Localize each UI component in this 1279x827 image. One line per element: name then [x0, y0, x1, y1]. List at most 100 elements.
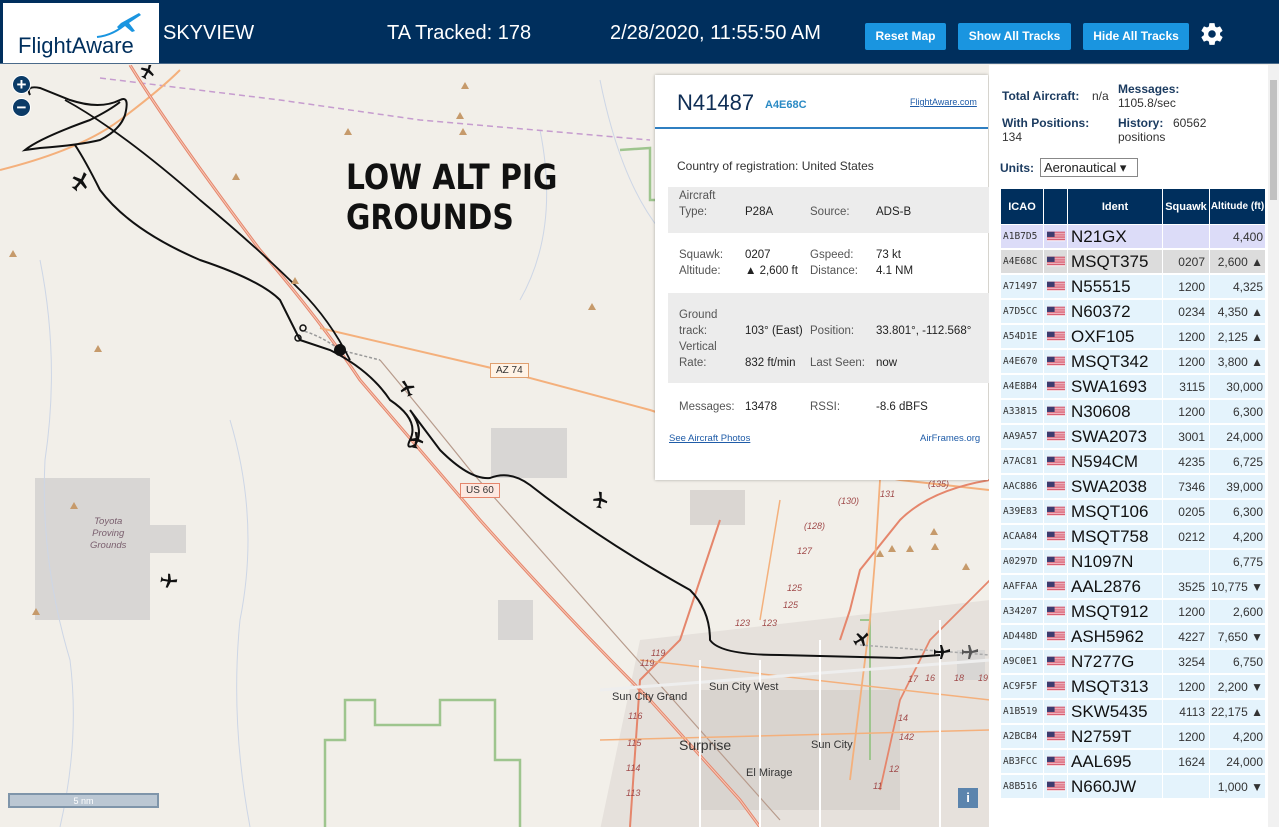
scrollbar-thumb[interactable]	[1270, 80, 1277, 200]
route-number: 11	[873, 781, 883, 791]
table-row[interactable]: AAFFAA AAL2876 3525 10,775 ▼	[1001, 575, 1265, 599]
route-number: 113	[626, 788, 641, 798]
altitude-cell: 3,800 ▲	[1210, 350, 1265, 374]
zoom-in-button[interactable]: +	[12, 75, 31, 94]
ident-cell: N594CM	[1068, 450, 1163, 474]
source-label: Source:	[810, 206, 850, 218]
position-label: Position:	[810, 325, 855, 337]
squawk-cell: 1200	[1163, 325, 1210, 349]
total-aircraft-value: n/a	[1092, 89, 1109, 103]
us-flag-icon	[1047, 506, 1065, 517]
squawk-cell: 1200	[1163, 725, 1210, 749]
table-row[interactable]: A39E83 MSQT106 0205 6,300	[1001, 500, 1265, 524]
us-flag-icon	[1047, 631, 1065, 642]
route-number: 125	[783, 600, 799, 610]
table-row[interactable]: A34207 MSQT912 1200 2,600	[1001, 600, 1265, 624]
squawk-cell: 0234	[1163, 300, 1210, 324]
flag-cell	[1044, 675, 1068, 699]
squawk-value: 0207	[745, 249, 771, 261]
squawk-cell: 3525	[1163, 575, 1210, 599]
ident-cell: MSQT106	[1068, 500, 1163, 524]
table-row[interactable]: A4E670 MSQT342 1200 3,800 ▲	[1001, 350, 1265, 374]
us-flag-icon	[1047, 581, 1065, 592]
table-row[interactable]: A1B7D5 N21GX 4,400	[1001, 225, 1265, 249]
table-row[interactable]: A71497 N55515 1200 4,325	[1001, 275, 1265, 299]
altitude-value: ▲ 2,600 ft	[745, 265, 798, 277]
altitude-cell: 6,300	[1210, 400, 1265, 424]
last-seen-label: Last Seen:	[810, 357, 865, 369]
table-row[interactable]: AC9F5F MSQT313 1200 2,200 ▼	[1001, 675, 1265, 699]
aircraft-type-box: Aircraft Type: P28A Source: ADS-B	[668, 187, 989, 233]
show-all-tracks-button[interactable]: Show All Tracks	[958, 23, 1071, 50]
sun-city-grand-label: Sun City Grand	[612, 691, 688, 703]
table-row[interactable]: A2BCB4 N2759T 1200 4,200	[1001, 725, 1265, 749]
col-flag[interactable]	[1044, 189, 1068, 224]
flightaware-logo[interactable]: FlightAware	[3, 3, 159, 63]
hide-all-tracks-button[interactable]: Hide All Tracks	[1083, 23, 1189, 50]
airframes-link[interactable]: AirFrames.org	[920, 433, 980, 444]
table-row[interactable]: A8B516 N660JW 1,000 ▼	[1001, 775, 1265, 799]
table-row[interactable]: A7AC81 N594CM 4235 6,725	[1001, 450, 1265, 474]
squawk-cell	[1163, 550, 1210, 574]
aircraft-photos-link[interactable]: See Aircraft Photos	[669, 433, 750, 444]
icao-cell: A1B519	[1001, 700, 1044, 724]
altitude-cell: 6,775	[1210, 550, 1265, 574]
us-flag-icon	[1047, 431, 1065, 442]
squawk-cell: 3115	[1163, 375, 1210, 399]
flag-cell	[1044, 325, 1068, 349]
source-value: ADS-B	[876, 206, 912, 218]
table-row[interactable]: A4E8B4 SWA1693 3115 30,000	[1001, 375, 1265, 399]
units-select[interactable]: Aeronautical ▾	[1040, 158, 1138, 177]
table-row[interactable]: A1B519 SKW5435 4113 22,175 ▲	[1001, 700, 1265, 724]
aircraft-detail-popup: N41487 A4E68C FlightAware.com Country of…	[655, 75, 989, 480]
altitude-cell: 6,300	[1210, 500, 1265, 524]
route-number: 12	[889, 764, 900, 774]
zoom-out-button[interactable]: −	[12, 98, 31, 117]
table-row[interactable]: AD448D ASH5962 4227 7,650 ▼	[1001, 625, 1265, 649]
toyota-label-line: Proving	[92, 528, 125, 539]
squawk-cell: 3254	[1163, 650, 1210, 674]
icao-cell: A7AC81	[1001, 450, 1044, 474]
table-row[interactable]: ACAA84 MSQT758 0212 4,200	[1001, 525, 1265, 549]
table-row[interactable]: AA9A57 SWA2073 3001 24,000	[1001, 425, 1265, 449]
table-row[interactable]: A9C0E1 N7277G 3254 6,750	[1001, 650, 1265, 674]
messages-value: 13478	[745, 401, 777, 413]
squawk-cell: 4235	[1163, 450, 1210, 474]
table-row[interactable]: AB3FCC AAL695 1624 24,000	[1001, 750, 1265, 774]
table-row[interactable]: A4E68C MSQT375 0207 2,600 ▲	[1001, 250, 1265, 274]
flag-cell	[1044, 500, 1068, 524]
reset-map-button[interactable]: Reset Map	[865, 23, 946, 50]
gear-icon[interactable]	[1199, 21, 1225, 47]
icao-cell: A0297D	[1001, 550, 1044, 574]
us-flag-icon	[1047, 656, 1065, 667]
label-line: Ground	[679, 309, 718, 321]
altitude-cell: 2,125 ▲	[1210, 325, 1265, 349]
table-row[interactable]: A54D1E OXF105 1200 2,125 ▲	[1001, 325, 1265, 349]
table-row[interactable]: A0297D N1097N 6,775	[1001, 550, 1265, 574]
ident-cell: SWA2073	[1068, 425, 1163, 449]
col-ident[interactable]: Ident	[1068, 189, 1163, 224]
altitude-cell: 4,350 ▲	[1210, 300, 1265, 324]
col-squawk[interactable]: Squawk	[1163, 189, 1210, 224]
ident-cell: N1097N	[1068, 550, 1163, 574]
el-mirage-label: El Mirage	[746, 767, 793, 779]
info-icon[interactable]: i	[958, 788, 978, 808]
route-number: 18	[954, 673, 965, 683]
altitude-cell: 4,400	[1210, 225, 1265, 249]
altitude-cell: 4,200	[1210, 525, 1265, 549]
us-flag-icon	[1047, 456, 1065, 467]
top-header: FlightAware SKYVIEW TA Tracked: 178 2/28…	[0, 0, 1279, 64]
col-icao[interactable]: ICAO	[1001, 189, 1044, 224]
ground-track-label: Ground track:	[679, 307, 717, 339]
aircraft-hex: A4E68C	[765, 99, 807, 111]
altitude-cell: 1,000 ▼	[1210, 775, 1265, 799]
table-row[interactable]: A33815 N30608 1200 6,300	[1001, 400, 1265, 424]
route-number: 114	[626, 763, 641, 773]
label-line: Aircraft	[679, 190, 716, 202]
altitude-cell: 4,200	[1210, 725, 1265, 749]
route-number: 115	[627, 738, 642, 748]
col-altitude[interactable]: Altitude (ft)	[1210, 189, 1265, 224]
table-row[interactable]: AAC886 SWA2038 7346 39,000	[1001, 475, 1265, 499]
table-row[interactable]: A7D5CC N60372 0234 4,350 ▲	[1001, 300, 1265, 324]
flightaware-link[interactable]: FlightAware.com	[910, 97, 977, 107]
